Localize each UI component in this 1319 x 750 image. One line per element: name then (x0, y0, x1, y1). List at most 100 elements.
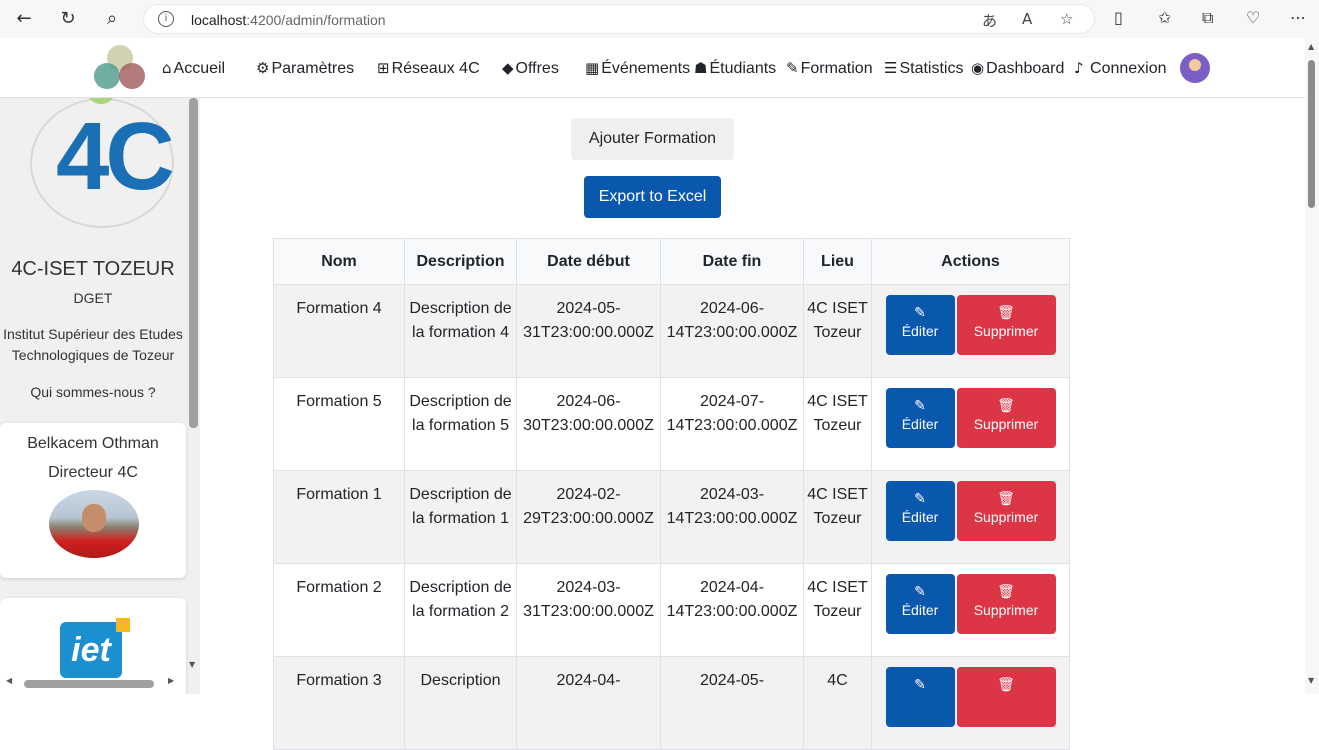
cell-actions: ✎ 🗑 (871, 656, 1070, 750)
page-scrollbar[interactable]: ▲ ▼ (1305, 38, 1319, 694)
scrollbar-thumb[interactable] (1308, 60, 1315, 208)
table-row: Formation 2 Description de la formation … (273, 563, 1070, 657)
nav-etudiants[interactable]: ☗ Étudiants (694, 59, 776, 78)
cell-description: Description de la formation 5 (404, 377, 517, 471)
collections-icon[interactable]: ⧉ (1202, 8, 1213, 28)
read-aloud-icon[interactable]: A (1022, 10, 1032, 28)
cell-description: Description (404, 656, 517, 750)
trash-icon: 🗑 (997, 677, 1015, 693)
favorites-icon[interactable]: ✩ (1158, 8, 1171, 27)
add-formation-button[interactable]: Ajouter Formation (571, 118, 734, 160)
nav-reseaux[interactable]: ⊞ Réseaux 4C (377, 59, 480, 78)
scroll-down-arrow-icon[interactable]: ▼ (189, 660, 195, 669)
translate-icon[interactable]: あ (982, 10, 997, 31)
header-lieu: Lieu (803, 238, 872, 285)
sidebar-info-card: 4C 4C-ISET TOZEUR DGET Institut Supérieu… (0, 98, 186, 418)
app-navbar: ⌂ Accueil ⚙ Paramètres ⊞ Réseaux 4C ◆ Offres… (0, 38, 1305, 98)
nav-accueil[interactable]: ⌂ Accueil (162, 59, 225, 78)
header-date-fin: Date fin (660, 238, 804, 285)
delete-button[interactable]: 🗑 Supprimer (956, 295, 1056, 355)
calendar-icon: ▦ (585, 59, 600, 77)
user-avatar[interactable] (1180, 53, 1210, 83)
edit-button[interactable]: ✎ Éditer (885, 388, 955, 448)
performance-icon[interactable]: ♡ (1246, 8, 1260, 27)
nav-parametres[interactable]: ⚙ Paramètres (256, 59, 354, 78)
sidebar-horizontal-scrollbar[interactable] (24, 680, 154, 688)
4c-logo[interactable] (94, 45, 146, 91)
info-icon[interactable]: i (158, 11, 174, 27)
delete-button[interactable]: 🗑 (956, 667, 1056, 727)
back-icon[interactable]: ← (12, 7, 36, 31)
about-link[interactable]: Qui sommes-nous ? (0, 384, 186, 400)
more-menu-icon[interactable]: ⋯ (1290, 8, 1306, 27)
formation-table: Nom Description Date début Date fin Lieu… (273, 238, 1070, 750)
director-name: Belkacem Othman (27, 435, 159, 452)
table-row: Formation 4 Description de la formation … (273, 284, 1070, 378)
table-row: Formation 3 Description 2024-04- 2024-05… (273, 656, 1070, 750)
export-excel-button[interactable]: Export to Excel (584, 176, 721, 218)
delete-button[interactable]: 🗑 Supprimer (956, 481, 1056, 541)
delete-button[interactable]: 🗑 Supprimer (956, 574, 1056, 634)
cell-lieu: 4C ISET Tozeur (803, 377, 872, 471)
edit-button[interactable]: ✎ (885, 667, 955, 727)
edit-icon: ✎ (914, 398, 926, 414)
scroll-right-arrow-icon[interactable]: ▶ (168, 676, 174, 685)
4c-big-logo: 4C (30, 98, 175, 228)
browser-toolbar: ← ↻ ⌕ i localhost:4200/admin/formation あ… (0, 0, 1319, 38)
cell-date-fin: 2024-05- (660, 656, 804, 750)
cell-date-fin: 2024-07-14T23:00:00.000Z (660, 377, 804, 471)
url-text[interactable]: localhost:4200/admin/formation (191, 12, 386, 28)
nav-dashboard[interactable]: ◉ Dashboard (971, 59, 1064, 78)
edit-icon: ✎ (914, 491, 926, 507)
nav-evenements[interactable]: ▦ Événements (585, 59, 690, 78)
trash-icon: 🗑 (997, 491, 1015, 507)
split-screen-icon[interactable]: ▯ (1114, 8, 1123, 27)
bell-icon[interactable]: ♪ (1074, 59, 1084, 77)
cell-lieu: 4C (803, 656, 872, 750)
trash-icon: 🗑 (997, 305, 1015, 321)
cell-description: Description de la formation 1 (404, 470, 517, 564)
cell-date-debut: 2024-05-31T23:00:00.000Z (516, 284, 661, 378)
scroll-left-arrow-icon[interactable]: ◀ (6, 676, 12, 685)
cell-actions: ✎ Éditer 🗑 Supprimer (871, 470, 1070, 564)
reload-icon[interactable]: ↻ (56, 7, 80, 31)
header-description: Description (404, 238, 517, 285)
edit-button[interactable]: ✎ Éditer (885, 574, 955, 634)
cell-date-fin: 2024-06-14T23:00:00.000Z (660, 284, 804, 378)
cell-nom: Formation 2 (273, 563, 405, 657)
cell-description: Description de la formation 2 (404, 563, 517, 657)
address-bar[interactable]: i localhost:4200/admin/formation あ A ☆ (143, 4, 1095, 34)
edit-button[interactable]: ✎ Éditer (885, 295, 955, 355)
cell-actions: ✎ Éditer 🗑 Supprimer (871, 284, 1070, 378)
cell-date-debut: 2024-02-29T23:00:00.000Z (516, 470, 661, 564)
cell-nom: Formation 1 (273, 470, 405, 564)
header-nom: Nom (273, 238, 405, 285)
favorite-star-icon[interactable]: ☆ (1060, 10, 1073, 28)
cell-date-debut: 2024-04- (516, 656, 661, 750)
cell-nom: Formation 5 (273, 377, 405, 471)
header-date-debut: Date début (516, 238, 661, 285)
director-role: Directeur 4C (48, 464, 138, 481)
edit-icon: ✎ (914, 584, 926, 600)
network-icon: ⊞ (377, 59, 390, 77)
scroll-down-arrow-icon[interactable]: ▼ (1308, 676, 1314, 685)
edit-button[interactable]: ✎ Éditer (885, 481, 955, 541)
cell-date-debut: 2024-06-30T23:00:00.000Z (516, 377, 661, 471)
iset-logo: iet (60, 618, 130, 678)
director-photo (49, 490, 139, 558)
cell-lieu: 4C ISET Tozeur (803, 470, 872, 564)
cell-lieu: 4C ISET Tozeur (803, 284, 872, 378)
cell-description: Description de la formation 4 (404, 284, 517, 378)
search-icon[interactable]: ⌕ (100, 7, 124, 31)
gear-icon: ⚙ (256, 59, 270, 77)
nav-formation[interactable]: ✎ Formation (786, 59, 873, 78)
nav-connexion[interactable]: ♪ Connexion (1074, 59, 1167, 78)
nav-offres[interactable]: ◆ Offres (502, 59, 559, 78)
table-row: Formation 5 Description de la formation … (273, 377, 1070, 471)
nav-statistics[interactable]: ☰ Statistics (884, 59, 963, 78)
scroll-up-arrow-icon[interactable]: ▲ (1308, 42, 1314, 51)
cell-date-debut: 2024-03-31T23:00:00.000Z (516, 563, 661, 657)
sidebar-scrollbar[interactable] (189, 98, 198, 428)
cell-nom: Formation 3 (273, 656, 405, 750)
delete-button[interactable]: 🗑 Supprimer (956, 388, 1056, 448)
